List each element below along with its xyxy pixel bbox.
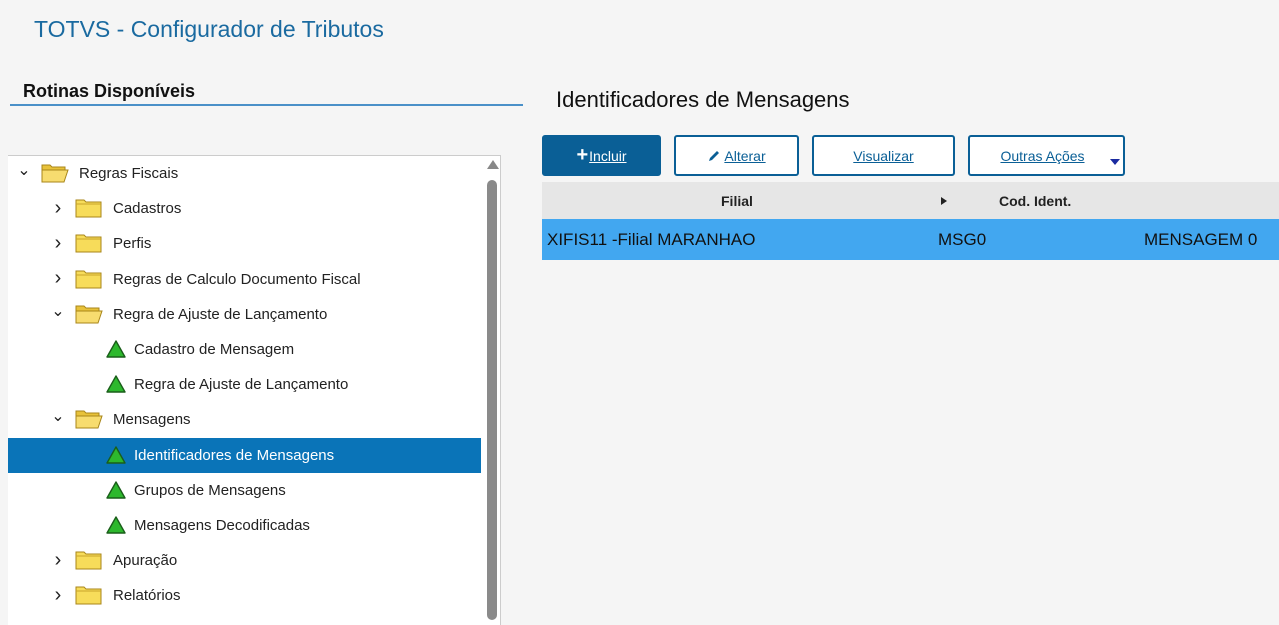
cell-filial: XIFIS11 -Filial MARANHAO	[547, 229, 756, 249]
tree-item-perfis[interactable]: › Perfis	[8, 226, 481, 261]
tree-item-label: Relatórios	[113, 587, 181, 605]
sort-arrow-icon	[940, 182, 948, 219]
chevron-down-icon[interactable]: ⌄	[17, 162, 30, 179]
tree-item-label: Regra de Ajuste de Lançamento	[134, 376, 349, 394]
tree-item-label: Apuração	[113, 552, 178, 570]
tree-item-label: Regras Fiscais	[79, 165, 179, 182]
column-header-cod-ident[interactable]: Cod. Ident.	[999, 182, 1071, 219]
alterar-label: Alterar	[724, 147, 766, 164]
scroll-thumb[interactable]	[487, 180, 497, 620]
routines-tree: ⌄ Regras Fiscais › Cadastros › Perfis › Regras …	[8, 155, 501, 625]
pencil-icon	[709, 150, 720, 161]
tree-scrollbar[interactable]	[485, 156, 499, 625]
table-row[interactable]: XIFIS11 -Filial MARANHAO MSG0 MENSAGEM 0	[542, 219, 1279, 260]
visualizar-label: Visualizar	[853, 147, 914, 164]
outras-acoes-button[interactable]: Outras Ações	[968, 135, 1125, 176]
tree-item-label: Mensagens	[113, 411, 191, 429]
incluir-label: Incluir	[589, 147, 627, 164]
column-header-filial[interactable]: Filial	[721, 182, 753, 219]
folder-icon	[75, 268, 103, 290]
folder-icon	[75, 584, 103, 606]
cell-cod-ident: MSG0	[938, 229, 987, 249]
tree-item-grupos-de-mensagens[interactable]: Grupos de Mensagens	[8, 473, 481, 508]
tree-item-label: Cadastros	[113, 200, 182, 218]
tree-item-label: Regra de Ajuste de Lançamento	[113, 305, 328, 323]
chevron-right-icon[interactable]: ›	[52, 232, 64, 254]
tree-item-mensagens[interactable]: ⌄ Mensagens	[8, 402, 481, 437]
tree-item-label: Mensagens Decodificadas	[134, 517, 310, 534]
tree-item-identificadores-de-mensagens[interactable]: Identificadores de Mensagens	[8, 437, 481, 473]
green-triangle-icon	[106, 516, 126, 534]
folder-icon	[75, 232, 103, 254]
chevron-down-icon[interactable]: ⌄	[51, 303, 64, 320]
chevron-right-icon[interactable]: ›	[52, 267, 64, 289]
rotinas-header-label: Rotinas Disponíveis	[23, 81, 196, 101]
app-title: TOTVS - Configurador de Tributos	[34, 16, 384, 42]
tree-item-mensagens-decodificadas[interactable]: Mensagens Decodificadas	[8, 508, 481, 543]
chevron-right-icon[interactable]: ›	[52, 584, 64, 606]
page-title: Identificadores de Mensagens	[556, 87, 850, 112]
green-triangle-icon	[106, 375, 126, 393]
scroll-up-icon[interactable]	[487, 160, 499, 169]
chevron-right-icon[interactable]: ›	[52, 549, 64, 571]
green-triangle-icon	[106, 340, 126, 358]
cell-descricao: MENSAGEM 0	[1144, 229, 1258, 249]
tree-item-label: Identificadores de Mensagens	[134, 446, 335, 464]
folder-icon	[75, 408, 103, 430]
green-triangle-icon	[106, 481, 126, 499]
tree-item-label: Grupos de Mensagens	[134, 481, 286, 499]
tree-item-apura-o[interactable]: › Apuração	[8, 543, 481, 578]
folder-icon	[75, 549, 103, 571]
folder-icon	[75, 303, 103, 325]
alterar-button[interactable]: Alterar	[674, 135, 799, 176]
tree-item-label: Cadastro de Mensagem	[134, 341, 295, 358]
plus-icon: +	[576, 144, 589, 166]
tree-item-cadastro-de-mensagem[interactable]: Cadastro de Mensagem	[8, 332, 481, 367]
tree-item-label: Perfis	[113, 235, 152, 253]
tree-item-regra-de-ajuste-de-lan-amento[interactable]: Regra de Ajuste de Lançamento	[8, 367, 481, 402]
chevron-right-icon[interactable]: ›	[52, 197, 64, 219]
incluir-button[interactable]: + Incluir	[542, 135, 661, 176]
tree-item-regras-fiscais[interactable]: ⌄ Regras Fiscais	[8, 156, 481, 191]
grid-header: Filial Cod. Ident.	[542, 182, 1279, 219]
tree-item-regras-de-calculo-documento-fiscal[interactable]: › Regras de Calculo Documento Fiscal	[8, 262, 481, 297]
folder-icon	[75, 197, 103, 219]
left-panel-header: Rotinas Disponíveis	[10, 81, 523, 106]
visualizar-button[interactable]: Visualizar	[812, 135, 955, 176]
tree-item-regra-de-ajuste-de-lan-amento[interactable]: ⌄ Regra de Ajuste de Lançamento	[8, 297, 481, 332]
green-triangle-icon	[106, 445, 126, 464]
tree-item-cadastros[interactable]: › Cadastros	[8, 191, 481, 226]
tree-item-label: Regras de Calculo Documento Fiscal	[113, 270, 361, 288]
chevron-down-icon[interactable]: ⌄	[51, 408, 64, 425]
outras-acoes-label: Outras Ações	[1000, 147, 1085, 164]
tree-item-relat-rios[interactable]: › Relatórios	[8, 578, 481, 613]
dropdown-arrow-icon	[1110, 159, 1120, 165]
folder-icon	[41, 162, 69, 184]
